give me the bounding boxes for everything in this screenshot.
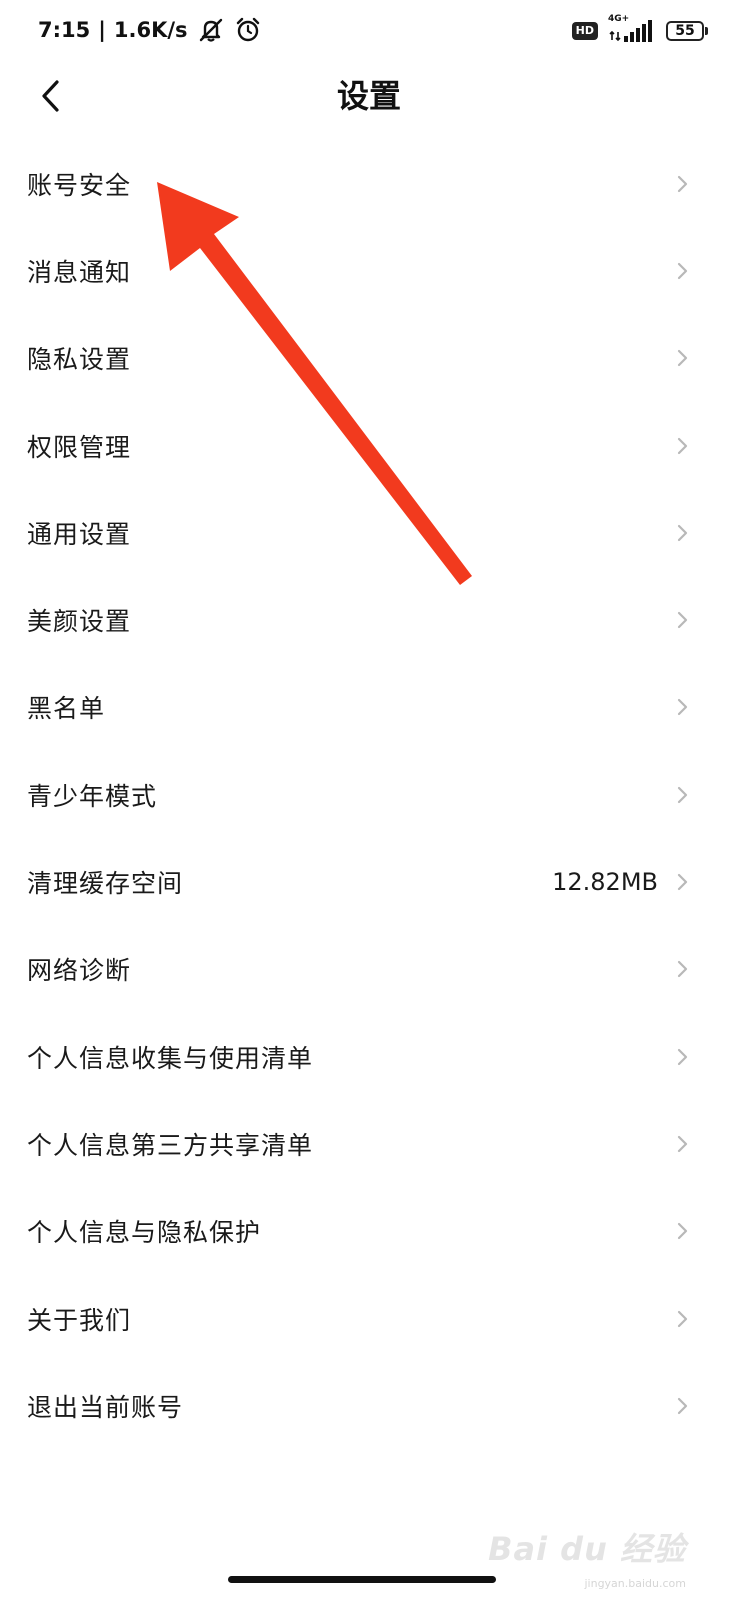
chevron-right-icon <box>677 1397 688 1414</box>
battery-icon: 55 <box>666 21 708 41</box>
chevron-right-icon <box>677 175 688 192</box>
settings-item-label: 美颜设置 <box>27 607 132 637</box>
chevron-right-icon <box>677 524 688 541</box>
settings-item-notifications[interactable]: 消息通知 <box>0 227 738 314</box>
settings-item-label: 隐私设置 <box>27 345 132 375</box>
settings-item-third-party-sharing-list[interactable]: 个人信息第三方共享清单 <box>0 1100 738 1187</box>
status-right: HD 4G+ 55 <box>571 14 708 44</box>
chevron-right-icon <box>677 437 688 454</box>
settings-item-label: 权限管理 <box>27 432 132 462</box>
settings-item-about-us[interactable]: 关于我们 <box>0 1275 738 1362</box>
settings-item-privacy-protection[interactable]: 个人信息与隐私保护 <box>0 1188 738 1275</box>
settings-item-info-collection-list[interactable]: 个人信息收集与使用清单 <box>0 1013 738 1100</box>
alarm-icon <box>234 16 262 44</box>
settings-item-label: 网络诊断 <box>27 956 132 986</box>
status-time: 7:15 <box>38 18 91 42</box>
chevron-right-icon <box>677 350 688 367</box>
settings-item-privacy[interactable]: 隐私设置 <box>0 315 738 402</box>
settings-item-label: 个人信息与隐私保护 <box>27 1218 262 1248</box>
battery-level: 55 <box>666 21 704 41</box>
settings-item-label: 退出当前账号 <box>27 1392 184 1422</box>
hd-badge: HD <box>571 22 598 40</box>
chevron-right-icon <box>677 1048 688 1065</box>
settings-item-label: 个人信息第三方共享清单 <box>27 1130 314 1160</box>
baidu-watermark: Bai du 经验 <box>488 1524 686 1570</box>
chevron-right-icon <box>677 262 688 280</box>
status-net-speed: 1.6K/s <box>113 18 188 42</box>
settings-item-label: 青少年模式 <box>27 781 158 811</box>
settings-item-teen-mode[interactable]: 青少年模式 <box>0 751 738 838</box>
status-separator: | <box>98 18 106 42</box>
settings-item-logout[interactable]: 退出当前账号 <box>0 1362 738 1449</box>
settings-list: 账号安全 消息通知 隐私设置 权限管理 通用设置 美颜设置 黑名单 青少年模式 … <box>0 140 738 1449</box>
settings-item-general[interactable]: 通用设置 <box>0 489 738 576</box>
settings-item-clear-cache[interactable]: 清理缓存空间 12.82MB <box>0 838 738 925</box>
status-left: 7:15 | 1.6K/s <box>38 16 262 44</box>
chevron-right-icon <box>677 1310 688 1327</box>
settings-item-label: 消息通知 <box>27 257 132 287</box>
settings-item-label: 黑名单 <box>27 694 106 724</box>
settings-item-label: 通用设置 <box>27 519 132 549</box>
watermark-text: Bai du 经验 <box>488 1530 686 1568</box>
watermark-subtext: jingyan.baidu.com <box>584 1577 686 1590</box>
chevron-right-icon <box>677 1135 688 1153</box>
signal-icon: 4G+ <box>608 14 656 44</box>
settings-item-label: 账号安全 <box>27 170 132 200</box>
settings-item-permissions[interactable]: 权限管理 <box>0 402 738 489</box>
cache-size-value: 12.82MB <box>552 868 658 897</box>
battery-tip <box>705 27 708 35</box>
settings-item-account-security[interactable]: 账号安全 <box>0 140 738 227</box>
settings-item-label: 个人信息收集与使用清单 <box>27 1043 314 1073</box>
chevron-right-icon <box>677 699 688 716</box>
chevron-right-icon <box>677 873 688 891</box>
status-bar: 7:15 | 1.6K/s HD 4G+ 55 <box>0 0 738 64</box>
header: 设置 <box>0 64 738 128</box>
settings-item-beauty[interactable]: 美颜设置 <box>0 576 738 663</box>
chevron-right-icon <box>677 786 688 803</box>
mute-icon <box>196 17 226 43</box>
chevron-right-icon <box>677 961 688 978</box>
chevron-right-icon <box>677 1223 688 1240</box>
home-indicator[interactable] <box>228 1576 496 1583</box>
settings-item-label: 清理缓存空间 <box>27 869 184 899</box>
chevron-right-icon <box>677 612 688 629</box>
page-title: 设置 <box>336 77 401 115</box>
settings-item-network-diagnosis[interactable]: 网络诊断 <box>0 926 738 1013</box>
settings-item-label: 关于我们 <box>27 1305 132 1335</box>
settings-item-blacklist[interactable]: 黑名单 <box>0 664 738 751</box>
